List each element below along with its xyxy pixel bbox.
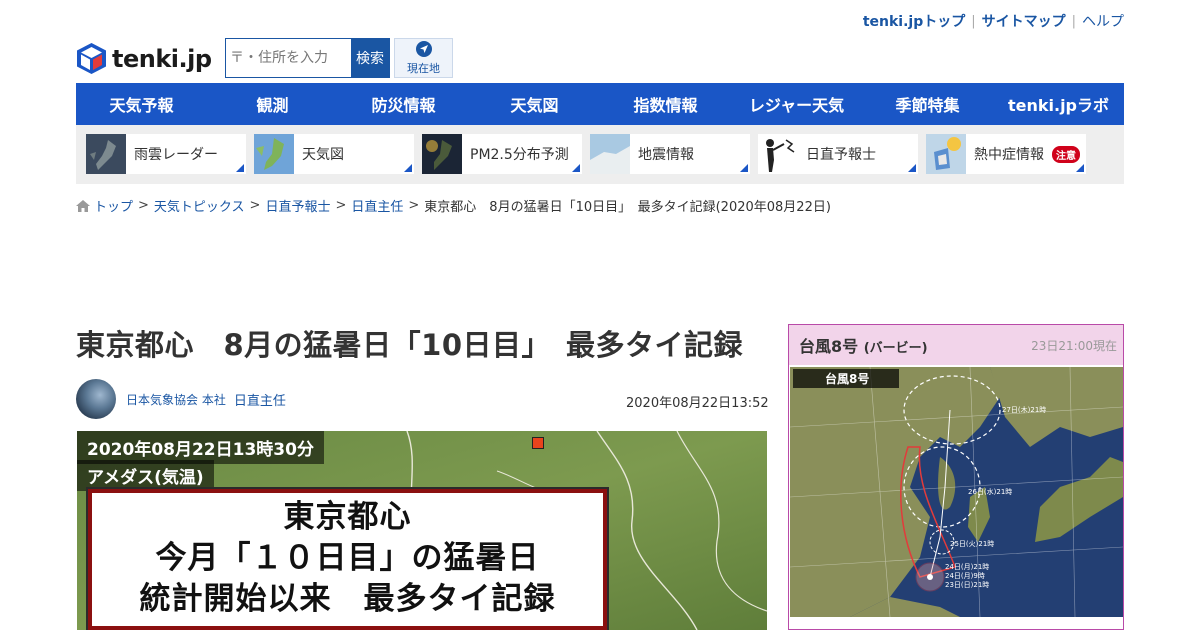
track-label: 27日(木)21時 — [1002, 406, 1047, 414]
quick-link-pm25[interactable]: PM2.5分布予測 — [422, 134, 582, 174]
breadcrumb-current: 東京都心 8月の猛暑日「10日目」 最多タイ記録(2020年08月22日) — [424, 200, 831, 215]
caption-line: 統計開始以来 最多タイ記録 — [139, 581, 556, 617]
quick-link-forecaster[interactable]: 日直予報士 — [758, 134, 918, 174]
separator: | — [1071, 13, 1076, 29]
nav-disaster-info[interactable]: 防災情報 — [338, 83, 469, 125]
publish-date: 2020年08月22日13:52 — [626, 396, 769, 411]
typhoon-title: 台風8号 (バービー) — [799, 337, 928, 356]
nav-index-info[interactable]: 指数情報 — [600, 83, 731, 125]
author-organization[interactable]: 日本気象協会 本社 — [126, 391, 226, 408]
quick-link-label: 雨雲レーダー — [134, 147, 218, 163]
breadcrumb-separator: > — [138, 198, 149, 213]
corner-arrow-icon — [236, 164, 244, 172]
breadcrumb-separator: > — [335, 198, 347, 213]
quick-link-heatstroke[interactable]: 熱中症情報 注意 — [926, 134, 1086, 174]
typhoon-timestamp: 23日21:00現在 — [1031, 338, 1117, 353]
track-label: 26日(水)21時 — [968, 488, 1013, 496]
track-label: 25日(火)21時 — [950, 540, 995, 548]
quick-link-label: PM2.5分布予測 — [470, 147, 569, 163]
quick-link-label: 熱中症情報 — [974, 147, 1044, 163]
corner-arrow-icon — [572, 164, 580, 172]
image-subtitle: アメダス(気温) — [77, 460, 214, 491]
current-location-label: 現在地 — [407, 61, 440, 75]
address-search: 検索 — [225, 38, 390, 78]
breadcrumb: トップ > 天気トピックス > 日直予報士 > 日直主任 > 東京都心 8月の猛… — [76, 196, 831, 215]
corner-arrow-icon — [404, 164, 412, 172]
corner-arrow-icon — [740, 164, 748, 172]
top-link-home[interactable]: tenki.jpトップ — [863, 11, 965, 31]
earthquake-thumb-icon — [590, 134, 630, 174]
corner-arrow-icon — [908, 164, 916, 172]
breadcrumb-chief[interactable]: 日直主任 — [351, 196, 403, 215]
search-button[interactable]: 検索 — [351, 39, 389, 77]
track-label: 23日(日)21時 — [945, 581, 990, 589]
site-logo[interactable]: tenki.jp — [76, 42, 212, 75]
top-links: tenki.jpトップ | サイトマップ | ヘルプ — [863, 11, 1124, 31]
quick-link-earthquake[interactable]: 地震情報 — [590, 134, 750, 174]
address-search-input[interactable] — [226, 39, 351, 77]
caption-line: 今月「１０日目」の猛暑日 — [155, 540, 540, 576]
nav-observation[interactable]: 観測 — [207, 83, 338, 125]
breadcrumb-topics[interactable]: 天気トピックス — [154, 196, 245, 215]
nav-weather-forecast[interactable]: 天気予報 — [76, 83, 207, 125]
breadcrumb-top[interactable]: トップ — [94, 196, 133, 215]
corner-arrow-icon — [1076, 164, 1084, 172]
heatstroke-thumb-icon — [926, 134, 966, 174]
top-link-help[interactable]: ヘルプ — [1082, 11, 1124, 31]
quick-link-radar[interactable]: 雨雲レーダー — [86, 134, 246, 174]
breadcrumb-separator: > — [249, 198, 261, 213]
quick-links: 雨雲レーダー 天気図 PM2.5分布予測 地震情報 日直予報士 熱中症情報 注意 — [76, 125, 1124, 184]
nav-seasonal[interactable]: 季節特集 — [862, 83, 993, 125]
article-title: 東京都心 8月の猛暑日「10日目」 最多タイ記録 — [76, 328, 744, 362]
image-caption-box: 東京都心 今月「１０日目」の猛暑日 統計開始以来 最多タイ記録 — [88, 489, 607, 630]
temperature-marker — [532, 437, 544, 449]
breadcrumb-forecaster[interactable]: 日直予報士 — [265, 196, 330, 215]
tenki-cube-icon — [77, 43, 106, 74]
nav-leisure-weather[interactable]: レジャー天気 — [731, 83, 862, 125]
separator: | — [971, 13, 976, 29]
author-name[interactable]: 日直主任 — [234, 390, 286, 409]
main-nav: 天気予報 観測 防災情報 天気図 指数情報 レジャー天気 季節特集 tenki.… — [76, 83, 1124, 125]
article-main-image: 2020年08月22日13時30分 アメダス(気温) 東京都心 今月「１０日目」… — [77, 431, 767, 630]
forecaster-thumb-icon — [758, 134, 798, 174]
author-block: 日本気象協会 本社 日直主任 — [76, 379, 286, 419]
typhoon-map-label: 台風8号 — [793, 369, 900, 388]
alert-badge: 注意 — [1052, 146, 1080, 163]
typhoon-map[interactable]: 台風8号 27日(木)21時 26日(水)21時 25日(火)21時 24日(月… — [790, 367, 1123, 617]
logo-text: tenki.jp — [112, 44, 212, 73]
home-icon — [76, 199, 90, 212]
top-link-sitemap[interactable]: サイトマップ — [982, 11, 1066, 31]
nav-labs[interactable]: tenki.jpラボ — [993, 83, 1124, 125]
quick-link-label: 日直予報士 — [806, 147, 876, 163]
author-avatar[interactable] — [76, 379, 116, 419]
quick-link-label: 天気図 — [302, 147, 344, 163]
quick-link-weather-map[interactable]: 天気図 — [254, 134, 414, 174]
breadcrumb-separator: > — [408, 198, 420, 213]
radar-thumb-icon — [86, 134, 126, 174]
nav-weather-map[interactable]: 天気図 — [469, 83, 600, 125]
pm25-thumb-icon — [422, 134, 462, 174]
weather-map-thumb-icon — [254, 134, 294, 174]
typhoon-panel[interactable]: 台風8号 (バービー) 23日21:00現在 台風8号 27日(木)21時 26… — [788, 324, 1124, 630]
location-arrow-icon — [415, 40, 432, 57]
caption-line: 東京都心 — [283, 499, 412, 535]
quick-link-label: 地震情報 — [638, 147, 694, 163]
typhoon-header: 台風8号 (バービー) 23日21:00現在 — [789, 325, 1123, 365]
current-location-button[interactable]: 現在地 — [394, 38, 453, 78]
